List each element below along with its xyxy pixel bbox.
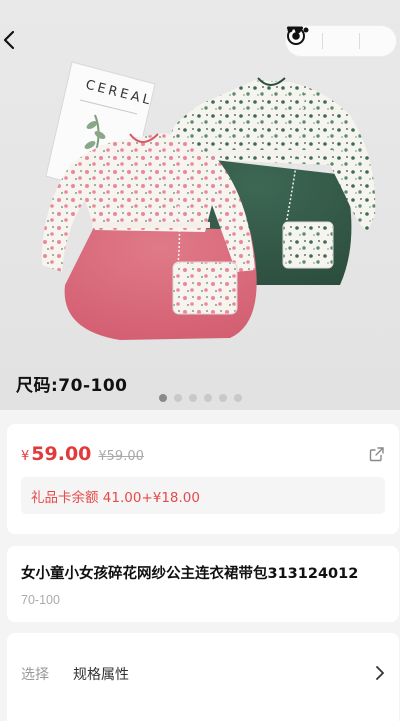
size-caption: 尺码:70-100 bbox=[16, 376, 128, 396]
gift-card-balance: 礼品卡余额 41.00+¥18.00 bbox=[21, 477, 385, 514]
carousel-dot[interactable] bbox=[233, 394, 242, 402]
back-button[interactable] bbox=[2, 30, 28, 56]
share-button[interactable] bbox=[369, 446, 385, 466]
carousel-dot[interactable] bbox=[173, 394, 182, 402]
product-title: 女小童小女孩碎花网纱公主连衣裙带包313124012 bbox=[21, 566, 359, 582]
currency-symbol: ¥ bbox=[21, 449, 30, 464]
carousel-dot[interactable] bbox=[188, 394, 197, 402]
carousel-indicator bbox=[0, 394, 400, 402]
price-row: ¥ 59.00 ¥59.00 bbox=[21, 443, 144, 465]
price-card: ¥ 59.00 ¥59.00 礼品卡余额 41.00+¥18.00 bbox=[7, 424, 399, 534]
chevron-right-icon bbox=[376, 666, 384, 680]
carousel-dot[interactable] bbox=[218, 394, 227, 402]
spec-value: 规格属性 bbox=[73, 667, 129, 683]
carousel-dot[interactable] bbox=[203, 394, 212, 402]
close-button[interactable] bbox=[287, 26, 396, 56]
current-price: 59.00 bbox=[31, 443, 92, 465]
product-info-card: 女小童小女孩碎花网纱公主连衣裙带包313124012 70-100 bbox=[7, 546, 399, 622]
target-close-icon bbox=[287, 27, 305, 45]
product-size-range: 70-100 bbox=[21, 593, 60, 607]
chevron-left-icon bbox=[3, 30, 15, 50]
minimize-button[interactable] bbox=[287, 26, 359, 56]
spec-selector[interactable]: 选择 规格属性 bbox=[7, 633, 399, 721]
mini-program-capsule bbox=[285, 25, 397, 57]
carousel-dot[interactable] bbox=[158, 394, 167, 402]
product-image-gallery[interactable]: CEREAL 尺码:70-100 bbox=[0, 0, 400, 410]
share-icon bbox=[369, 447, 384, 462]
spec-label: 选择 bbox=[21, 667, 49, 683]
original-price: ¥59.00 bbox=[98, 449, 144, 464]
product-photo: CEREAL bbox=[0, 0, 400, 410]
